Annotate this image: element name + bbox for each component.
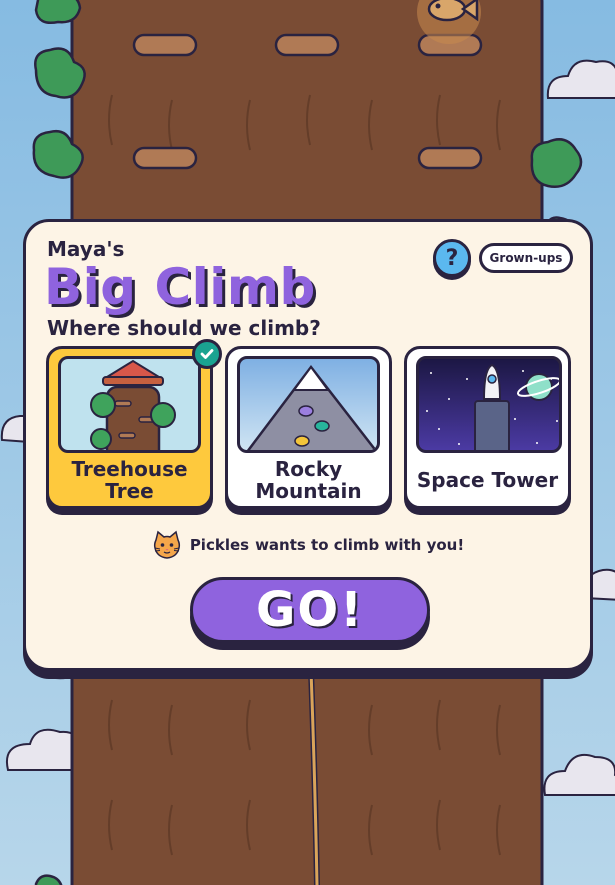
climb-prompt: Where should we climb? xyxy=(47,316,321,340)
rocky-mountain-thumbnail xyxy=(237,356,380,453)
climb-card-treehouse-tree[interactable]: Treehouse Tree xyxy=(46,339,222,509)
treehouse-tree-thumbnail xyxy=(58,356,201,453)
buddy-message: wants to climb with you! xyxy=(255,536,465,554)
cat-face-icon xyxy=(153,530,180,559)
help-button[interactable]: ? xyxy=(433,239,471,277)
climb-card-label: Treehouse Tree xyxy=(71,457,188,503)
climb-card-rocky-mountain[interactable]: Rocky Mountain xyxy=(225,346,392,509)
question-mark-icon: ? xyxy=(445,245,459,271)
climb-card-space-tower[interactable]: Space Tower xyxy=(404,346,571,509)
climb-card-label: Rocky Mountain xyxy=(255,457,362,503)
game-stage: Maya's Big Climb ? Grown-ups Where shoul… xyxy=(0,0,615,885)
space-tower-thumbnail xyxy=(416,356,562,453)
game-title: Big Climb xyxy=(44,258,316,316)
climb-card-label: Space Tower xyxy=(416,468,559,492)
climb-select-panel: Maya's Big Climb ? Grown-ups Where shoul… xyxy=(23,219,593,671)
mountain-icon xyxy=(246,364,377,450)
rocket-tower-icon xyxy=(426,363,559,450)
go-button[interactable]: GO! xyxy=(190,577,430,643)
treehouse-icon xyxy=(90,359,176,450)
climbing-buddy-message: Pickles wants to climb with you! xyxy=(26,528,590,562)
grown-ups-button[interactable]: Grown-ups xyxy=(479,243,573,273)
buddy-name: Pickles xyxy=(189,536,250,554)
selected-check-icon xyxy=(192,339,222,369)
